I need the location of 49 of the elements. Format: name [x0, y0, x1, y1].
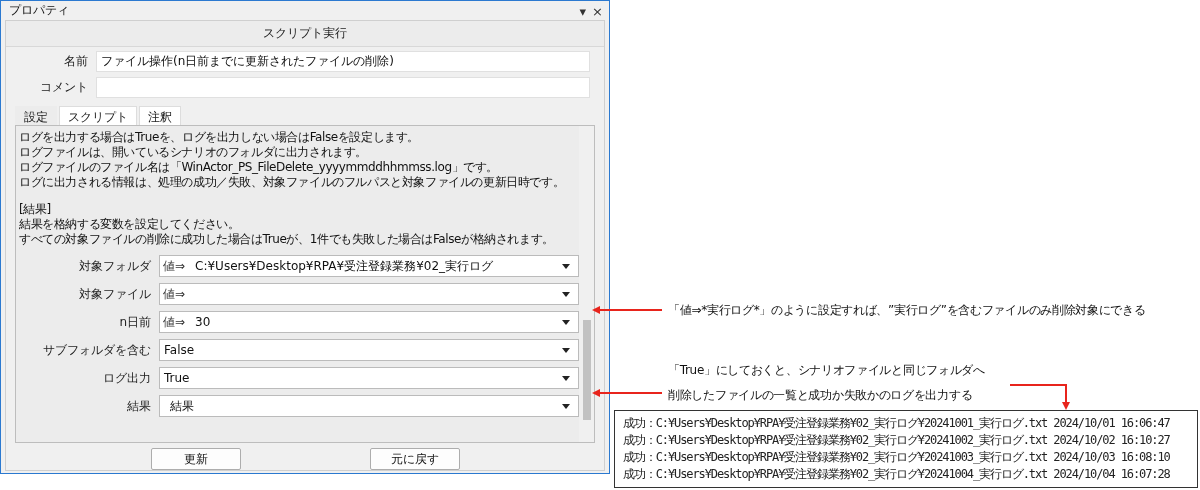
dropdown-caret-icon[interactable] [562, 348, 570, 353]
parameter-label: 対象ファイル [78, 285, 152, 303]
description-line: ログファイルは、開いているシナリオのフォルダに出力されます。 [19, 145, 368, 160]
parameter-combo[interactable]: True [159, 367, 579, 389]
dropdown-caret-icon[interactable] [562, 264, 570, 269]
description-line: すべての対象ファイルの削除に成功した場合はTrueが、1件でも失敗した場合はFalseが格納されます。 [19, 232, 555, 247]
parameter-combo[interactable]: 結果 [159, 395, 579, 417]
annotation-text: 削除したファイルの一覧と成功か失敗かのログを出力する [668, 387, 974, 404]
dropdown-caret-icon[interactable] [562, 376, 570, 381]
parameter-combo[interactable]: 値⇒ C:¥Users¥Desktop¥RPA¥受注登録業務¥02_実行ログ [159, 255, 579, 277]
dropdown-caret-icon[interactable] [562, 292, 570, 297]
dropdown-caret-icon[interactable] [562, 320, 570, 325]
description-line: 結果を格納する変数を設定してください。 [19, 217, 241, 232]
parameter-label: 対象フォルダ [78, 257, 152, 275]
annotation-text: 「True」にしておくと、シナリオファイルと同じフォルダへ [668, 362, 985, 379]
description-line: ログに出力される情報は、処理の成功／失敗、対象ファイルのフルパスと対象ファイルの更新日時です。 [19, 175, 566, 190]
parameter-label: サブフォルダを含む [42, 341, 152, 359]
close-button[interactable]: × [592, 4, 603, 19]
parameter-label: n日前 [118, 313, 152, 331]
field-label: 名前 [63, 53, 89, 70]
field-label: コメント [39, 79, 89, 96]
parameter-combo[interactable]: 値⇒ 30 [159, 311, 579, 333]
arrow-icon [592, 389, 662, 397]
description-line: [結果] [19, 202, 52, 217]
panel-header: スクリプト実行 [6, 21, 604, 47]
parameter-label: 結果 [126, 397, 152, 415]
dialog-button[interactable]: 更新 [150, 448, 241, 470]
elbow-arrow-icon [1010, 383, 1070, 410]
parameter-combo[interactable]: 値⇒ [159, 283, 579, 305]
tab[interactable]: スクリプト [59, 106, 137, 125]
log-line: 成功：C:¥Users¥Desktop¥RPA¥受注登録業務¥02_実行ログ¥20241001_実行ログ.txt 2024/10/01 16:06:47 [623, 415, 1170, 432]
dialog-button[interactable]: 元に戻す [369, 448, 460, 470]
annotation-text: 「値⇒*実行ログ*」のように設定すれば、”実行ログ”を含むファイルのみ削除対象にできる [668, 302, 1146, 319]
tab[interactable]: 注釈 [139, 106, 181, 125]
parameter-combo[interactable]: False [159, 339, 579, 361]
name-field[interactable]: ファイル操作(n日前までに更新されたファイルの削除) [96, 51, 590, 72]
log-line: 成功：C:¥Users¥Desktop¥RPA¥受注登録業務¥02_実行ログ¥20241003_実行ログ.txt 2024/10/03 16:08:10 [623, 449, 1170, 466]
arrow-icon [592, 306, 662, 314]
log-line: 成功：C:¥Users¥Desktop¥RPA¥受注登録業務¥02_実行ログ¥20241004_実行ログ.txt 2024/10/04 16:07:28 [623, 466, 1170, 483]
scrollbar[interactable] [579, 126, 594, 442]
dropdown-glyph[interactable]: ▾ [579, 4, 587, 19]
parameter-label: ログ出力 [102, 369, 152, 387]
comment-field[interactable] [96, 77, 590, 98]
log-line: 成功：C:¥Users¥Desktop¥RPA¥受注登録業務¥02_実行ログ¥20241002_実行ログ.txt 2024/10/02 16:10:27 [623, 432, 1170, 449]
description-line: ログファイルのファイル名は「WinActor_PS_FileDelete_yyyymmddhhmmss.log」です。 [19, 160, 500, 175]
window-title: プロパティ [9, 2, 69, 19]
description-line: ログを出力する場合はTrueを、ログを出力しない場合はFalseを設定します。 [19, 130, 420, 145]
tab[interactable]: 設定 [15, 106, 57, 125]
dropdown-caret-icon[interactable] [562, 404, 570, 409]
